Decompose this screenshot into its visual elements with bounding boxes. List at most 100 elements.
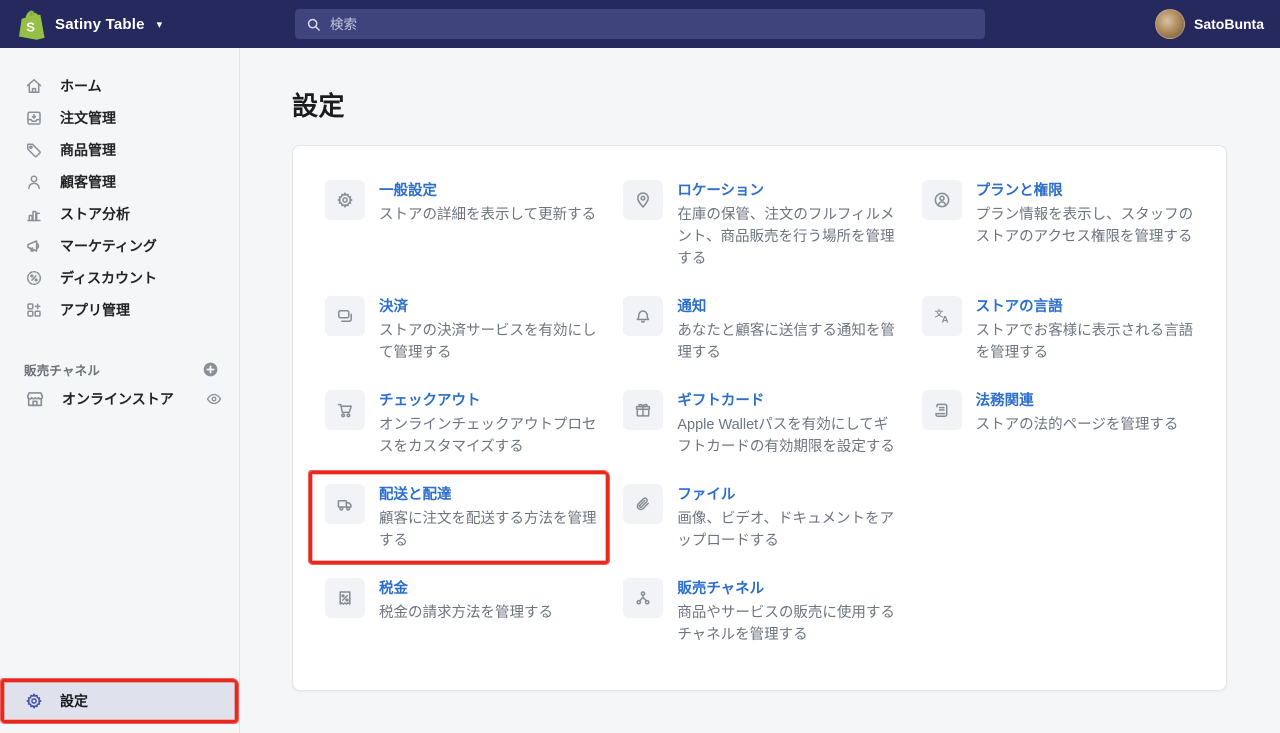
- caret-down-icon: ▾: [156, 18, 163, 31]
- truck-icon-box: [325, 484, 365, 525]
- settings-card-network[interactable]: 販売チャネル商品やサービスの販売に使用するチャネルを管理する: [623, 578, 899, 646]
- sidebar-item-label: 注文管理: [60, 110, 116, 126]
- settings-card-row: 配送と配達 顧客に注文を配送する方法を管理する ファイル画像、ビデオ、ドキュメントを…: [309, 471, 1198, 565]
- settings-card-title-link[interactable]: ストアの言語: [976, 297, 1063, 318]
- sidebar-item-label: アプリ管理: [60, 302, 130, 318]
- sidebar-item-analytics[interactable]: ストア分析: [0, 198, 239, 230]
- storefront-icon: [26, 392, 44, 407]
- settings-card-text: ストアの言語ストアでお客様に表示される言語を管理する: [976, 296, 1198, 364]
- sidebar-item-home[interactable]: ホーム: [0, 70, 239, 102]
- settings-card-title-link[interactable]: 通知: [677, 297, 706, 318]
- cart-icon-box: [325, 390, 365, 431]
- cart-icon: [337, 404, 352, 418]
- add-sales-channel-button[interactable]: [199, 358, 221, 380]
- bell-icon-box: [623, 296, 664, 337]
- sales-channels-label: 販売チャネル: [24, 363, 101, 378]
- settings-card-text: ファイル画像、ビデオ、ドキュメントをアップロードする: [677, 484, 899, 552]
- analytics-icon: [27, 210, 41, 222]
- settings-card-description: 商品やサービスの販売に使用するチャネルを管理する: [677, 605, 895, 644]
- settings-card-text: 配送と配達 顧客に注文を配送する方法を管理する: [379, 484, 601, 552]
- sidebar-item-orders[interactable]: 注文管理: [0, 102, 239, 134]
- store-switcher-button[interactable]: S Satiny Table ▾: [12, 0, 168, 48]
- scroll-icon-box: [921, 390, 962, 431]
- settings-card-location[interactable]: ロケーション 在庫の保管、注文のフルフィルメント、商品販売を行う場所を管理する: [623, 180, 899, 270]
- search-icon: [305, 16, 322, 33]
- view-online-store-button[interactable]: [203, 388, 225, 410]
- shopify-logo: S: [18, 9, 45, 40]
- sidebar-item-label: ホーム: [60, 78, 102, 94]
- settings-card-description: ストアの法的ページを管理する: [975, 417, 1179, 434]
- marketing-icon: [27, 240, 40, 252]
- settings-card-title-link[interactable]: 税金: [379, 579, 408, 600]
- search-bar[interactable]: [295, 9, 985, 39]
- settings-card-panel: 一般設定 ストアの詳細を表示して更新する ロケーション 在庫の保管、注文のフルフィルメ…: [292, 145, 1227, 692]
- gear-icon: [337, 192, 353, 208]
- settings-card-description: ストアの詳細を表示して更新する: [379, 207, 597, 224]
- sidebar-item-label: ストア分析: [60, 206, 130, 222]
- gear-icon: [26, 692, 42, 709]
- settings-card-title-link[interactable]: プランと権限: [976, 181, 1063, 202]
- receipt-percent-icon-box: [325, 578, 365, 619]
- settings-card-language[interactable]: 文 A ストアの言語 ストアでお客様に表示される言語を管理する: [921, 296, 1198, 364]
- settings-card-truck[interactable]: 配送と配達 顧客に注文を配送する方法を管理する: [309, 471, 610, 565]
- plus-circle-icon: [203, 362, 217, 376]
- user-menu-button[interactable]: SatoBunta: [1155, 0, 1264, 48]
- sidebar-item-settings[interactable]: 設定: [1, 679, 238, 723]
- settings-card-paperclip[interactable]: ファイル画像、ビデオ、ドキュメントをアップロードする: [623, 484, 899, 552]
- settings-card-row: チェックアウトオンラインチェックアウトプロセスをカスタマイズする ギフトカード Ap…: [325, 390, 1198, 458]
- apps-icon: [27, 303, 41, 317]
- sidebar-item-storefront[interactable]: オンラインストア: [0, 382, 239, 416]
- settings-card-payment-cards[interactable]: 決済 ストアの決済サービスを有効にして管理する: [325, 296, 601, 364]
- truck-icon: [337, 500, 352, 511]
- paperclip-icon: [637, 497, 650, 511]
- settings-card-description: ストアでお客様に表示される言語を管理する: [975, 323, 1194, 362]
- settings-card-title-link[interactable]: ファイル: [677, 485, 735, 506]
- settings-card-description: Apple Walletパスを有効にしてギフトカードの有効期限を設定する: [677, 417, 895, 456]
- person-circle-icon: [934, 192, 950, 208]
- sidebar-item-marketing[interactable]: マーケティング: [0, 230, 239, 262]
- settings-card-title-link[interactable]: ロケーション: [677, 181, 764, 202]
- settings-card-title-link[interactable]: 法務関連: [976, 391, 1034, 412]
- settings-card-description: プラン情報を表示し、スタッフのストアのアクセス権限を管理する: [975, 207, 1194, 246]
- sidebar-item-apps[interactable]: アプリ管理: [0, 294, 239, 326]
- main-content: 設定 一般設定 ストアの詳細を表示して更新する ロケーション 在庫の保管、注文のフルフ…: [240, 48, 1280, 733]
- page-title: 設定: [292, 91, 346, 121]
- settings-card-title-link[interactable]: 配送と配達: [379, 485, 452, 506]
- settings-card-bell[interactable]: 通知 あなたと顧客に送信する通知を管理する: [623, 296, 899, 364]
- sidebar-nav: ホーム注文管理商品管理顧客管理ストア分析マーケティングディスカウントアプリ管理: [0, 48, 239, 326]
- sidebar-item-label: 商品管理: [60, 142, 116, 158]
- payment-cards-icon: [338, 310, 352, 323]
- settings-card-person-circle[interactable]: プランと権限プラン情報を表示し、スタッフのストアのアクセス権限を管理する: [921, 180, 1198, 248]
- settings-card-scroll[interactable]: 法務関連ストアの法的ページを管理する: [921, 390, 1198, 436]
- settings-card-text: 税金 税金の請求方法を管理する: [379, 578, 553, 624]
- home-icon: [26, 79, 42, 93]
- sidebar-item-products[interactable]: 商品管理: [0, 134, 239, 166]
- avatar: [1155, 9, 1185, 39]
- settings-card-description: オンラインチェックアウトプロセスをカスタマイズする: [379, 417, 597, 456]
- sidebar-item-label: 顧客管理: [60, 174, 116, 190]
- settings-card-title-link[interactable]: 販売チャネル: [677, 579, 764, 600]
- settings-card-title-link[interactable]: 一般設定: [379, 181, 437, 202]
- svg-text:S: S: [26, 19, 35, 34]
- settings-card-title-link[interactable]: 決済: [379, 297, 408, 318]
- location-icon-box: [623, 180, 664, 220]
- settings-card-title-link[interactable]: チェックアウト: [379, 391, 481, 412]
- settings-card-receipt-percent[interactable]: 税金 税金の請求方法を管理する: [325, 578, 601, 624]
- settings-card-gift[interactable]: ギフトカード Apple Walletパスを有効にしてギフトカードの有効期限を設定…: [623, 390, 899, 458]
- sidebar-item-label: マーケティング: [60, 238, 157, 254]
- settings-card-text: 法務関連ストアの法的ページを管理する: [976, 390, 1179, 436]
- sidebar-item-discounts[interactable]: ディスカウント: [0, 262, 239, 294]
- orders-icon: [27, 111, 41, 125]
- gear-icon: [24, 691, 44, 711]
- settings-card-cart[interactable]: チェックアウトオンラインチェックアウトプロセスをカスタマイズする: [325, 390, 601, 458]
- store-name: Satiny Table: [55, 15, 145, 33]
- settings-card-gear[interactable]: 一般設定ストアの詳細を表示して更新する: [325, 180, 601, 226]
- scroll-icon: [934, 403, 948, 418]
- payment-cards-icon-box: [325, 296, 365, 337]
- settings-card-title-link[interactable]: ギフトカード: [677, 391, 764, 412]
- sidebar-item-customers[interactable]: 顧客管理: [0, 166, 239, 198]
- settings-card-row: 税金 税金の請求方法を管理する 販売チャネル商品やサービスの販売に使用するチャネルを…: [325, 578, 1198, 646]
- search-input[interactable]: [330, 16, 975, 32]
- settings-card-text: 販売チャネル商品やサービスの販売に使用するチャネルを管理する: [677, 578, 899, 646]
- settings-card-description: 画像、ビデオ、ドキュメントをアップロードする: [677, 511, 894, 550]
